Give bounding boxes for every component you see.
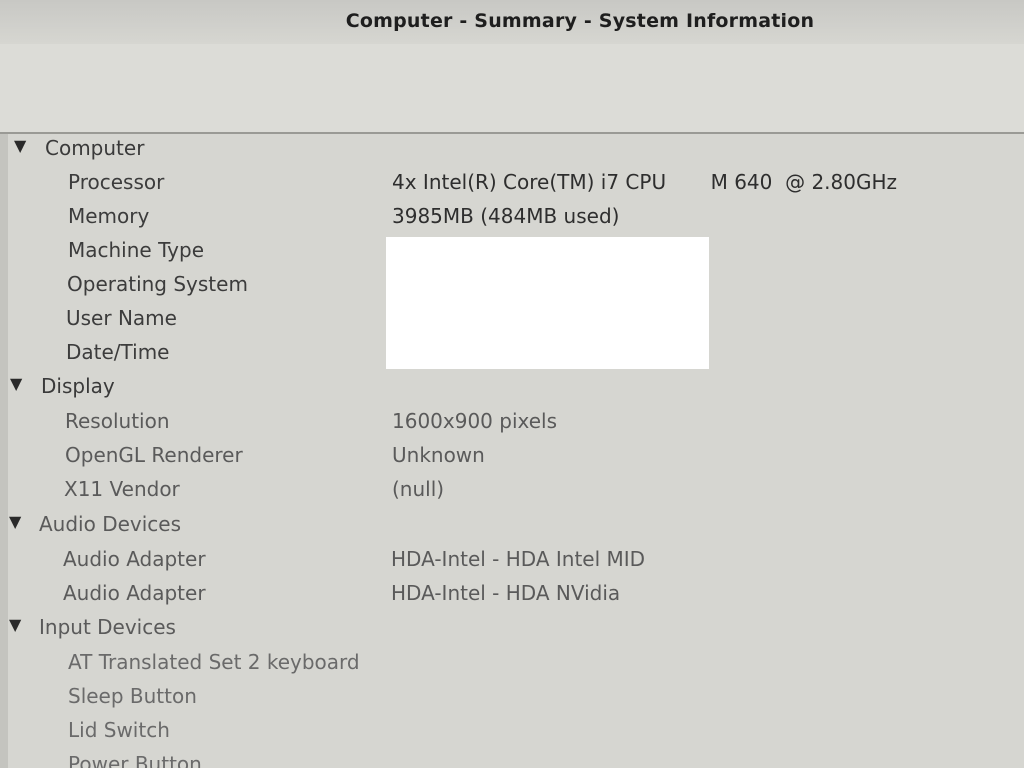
row-key: AT Translated Set 2 keyboard [68, 650, 360, 674]
row-key: Resolution [65, 409, 170, 433]
tree-row[interactable]: Processor 4x Intel(R) Core(TM) i7 CPU M … [8, 168, 1024, 200]
row-value: (null) [392, 477, 445, 501]
expander-triangle-icon[interactable]: ▼ [9, 512, 21, 531]
row-key: Audio Adapter [63, 581, 206, 605]
tree-row[interactable]: OpenGL Renderer Unknown [8, 441, 1024, 473]
row-key: X11 Vendor [64, 477, 180, 501]
tree-row[interactable]: Power Button [8, 750, 1024, 768]
row-key: OpenGL Renderer [65, 443, 243, 467]
category-input-devices[interactable]: ▼ Input Devices [8, 613, 1024, 645]
redacted-block [386, 237, 709, 369]
row-value: 4x Intel(R) Core(TM) i7 CPU M 640 @ 2.80… [392, 170, 898, 194]
row-key: Power Button [68, 752, 202, 768]
tree-row[interactable]: Resolution 1600x900 pixels [8, 407, 1024, 439]
system-information-window: Computer - Summary - System Information … [0, 0, 1024, 768]
category-audio-devices[interactable]: ▼ Audio Devices [8, 510, 1024, 542]
row-value: Unknown [392, 443, 485, 467]
row-key: Lid Switch [68, 718, 170, 742]
expander-triangle-icon[interactable]: ▼ [14, 136, 26, 155]
tree-row[interactable]: X11 Vendor (null) [8, 475, 1024, 507]
summary-tree[interactable]: ▼ Computer Processor 4x Intel(R) Core(TM… [0, 134, 1024, 768]
expander-triangle-icon[interactable]: ▼ [9, 615, 21, 634]
row-value: HDA-Intel - HDA Intel MID [391, 547, 646, 571]
toolbar-area [0, 44, 1024, 134]
tree-row[interactable]: Sleep Button [8, 682, 1024, 714]
row-key: Memory [68, 204, 150, 228]
row-key: Date/Time [66, 340, 170, 364]
row-value: HDA-Intel - HDA NVidia [391, 581, 621, 605]
row-value: 3985MB (484MB used) [392, 204, 620, 228]
tree-row[interactable]: Audio Adapter HDA-Intel - HDA Intel MID [8, 545, 1024, 577]
row-key: User Name [66, 306, 177, 330]
row-key: Sleep Button [68, 684, 197, 708]
title-bar[interactable]: Computer - Summary - System Information [0, 0, 1024, 45]
category-label: Audio Devices [39, 512, 182, 536]
tree-row[interactable]: AT Translated Set 2 keyboard [8, 648, 1024, 680]
expander-triangle-icon[interactable]: ▼ [10, 374, 22, 393]
category-label: Display [41, 374, 115, 398]
category-label: Computer [45, 136, 145, 160]
row-value: 1600x900 pixels [392, 409, 558, 433]
tree-row[interactable]: Lid Switch [8, 716, 1024, 748]
row-key: Machine Type [68, 238, 205, 262]
window-title: Computer - Summary - System Information [345, 10, 815, 32]
category-label: Input Devices [39, 615, 176, 639]
category-computer[interactable]: ▼ Computer [8, 134, 1024, 166]
tree-row[interactable]: Memory 3985MB (484MB used) [8, 202, 1024, 234]
tree-row[interactable]: Audio Adapter HDA-Intel - HDA NVidia [8, 579, 1024, 611]
category-display[interactable]: ▼ Display [8, 372, 1024, 404]
row-key: Processor [68, 170, 165, 194]
row-key: Audio Adapter [63, 547, 206, 571]
row-key: Operating System [67, 272, 248, 296]
